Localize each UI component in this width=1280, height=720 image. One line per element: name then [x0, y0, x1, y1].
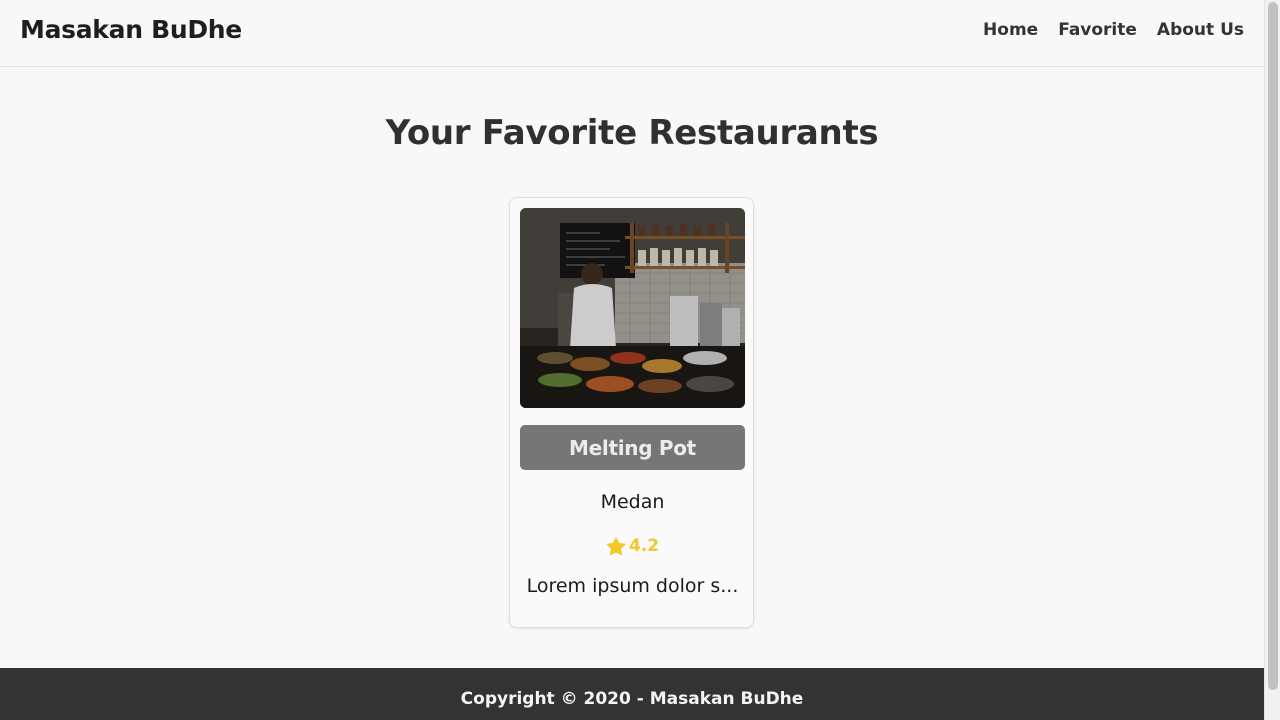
app: Masakan BuDhe Home Favorite About Us You…: [0, 0, 1264, 720]
restaurant-card: Melting Pot Medan 4.2 Lorem ipsum dolor …: [509, 197, 754, 628]
brand-logo[interactable]: Masakan BuDhe: [20, 15, 242, 44]
nav-about-us[interactable]: About Us: [1157, 20, 1244, 40]
vertical-scrollbar[interactable]: [1264, 0, 1280, 720]
restaurant-image: [520, 208, 745, 408]
star-icon: [606, 536, 626, 555]
restaurant-name-link[interactable]: Melting Pot: [520, 425, 745, 470]
copyright-text: Copyright © 2020 - Masakan BuDhe: [460, 689, 804, 709]
page-title: Your Favorite Restaurants: [385, 113, 879, 153]
top-bar: Masakan BuDhe Home Favorite About Us: [0, 0, 1264, 67]
scrollbar-thumb[interactable]: [1268, 2, 1278, 690]
main-nav: Home Favorite About Us: [983, 20, 1244, 40]
rating-value: 4.2: [628, 536, 660, 556]
restaurant-city: Medan: [600, 491, 665, 513]
restaurant-rating: 4.2: [510, 536, 755, 556]
nav-favorite[interactable]: Favorite: [1058, 20, 1137, 40]
restaurant-description: Lorem ipsum dolor s...: [526, 575, 739, 597]
nav-home[interactable]: Home: [983, 20, 1038, 40]
footer: Copyright © 2020 - Masakan BuDhe: [0, 668, 1264, 720]
